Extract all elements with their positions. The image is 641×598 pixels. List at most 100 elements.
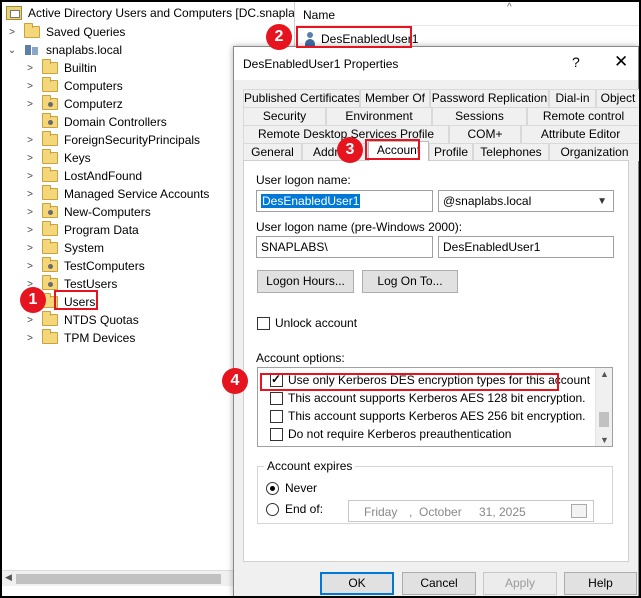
tab-telephones[interactable]: Telephones [473, 143, 549, 161]
chevron-right-icon[interactable]: > [6, 26, 18, 38]
tree-root[interactable]: Active Directory Users and Computers [DC… [6, 4, 294, 22]
chevron-right-icon[interactable]: > [24, 80, 36, 92]
folder-icon [42, 149, 58, 164]
tab-object[interactable]: Object [596, 89, 640, 107]
scroll-up-icon[interactable]: ▲ [600, 369, 609, 379]
step-marker-4: 4 [222, 368, 248, 394]
chevron-right-icon[interactable]: > [24, 224, 36, 236]
tab-environment[interactable]: Environment [326, 107, 432, 125]
help-button[interactable]: Help [564, 572, 637, 595]
checkbox-icon[interactable] [270, 409, 283, 423]
unlock-account-checkbox[interactable]: Unlock account [257, 316, 357, 330]
tab-account[interactable]: Account [368, 141, 429, 161]
pre2000-username-input[interactable]: DesEnabledUser1 [438, 236, 614, 258]
ad-users-computers-icon [6, 6, 22, 20]
checked-checkbox-icon[interactable] [270, 372, 283, 387]
tab-member-of[interactable]: Member Of [360, 89, 430, 107]
help-icon[interactable]: ? [572, 54, 580, 70]
tree-item-builtin[interactable]: > Builtin [24, 59, 97, 77]
option-aes128[interactable]: This account supports Kerberos AES 128 b… [270, 391, 586, 405]
tree-item-tpm-devices[interactable]: > TPM Devices [24, 329, 135, 347]
scroll-down-icon[interactable]: ▼ [600, 435, 609, 445]
tab-remote-control[interactable]: Remote control [527, 107, 640, 125]
logon-name-label: User logon name: [256, 173, 351, 187]
log-on-to-button[interactable]: Log On To... [362, 270, 458, 293]
apply-button[interactable]: Apply [483, 572, 557, 595]
logon-hours-button[interactable]: Logon Hours... [257, 270, 354, 293]
ou-folder-icon [42, 203, 58, 218]
user-icon [303, 32, 317, 46]
chevron-right-icon[interactable]: > [24, 314, 36, 326]
chevron-right-icon[interactable]: > [24, 260, 36, 272]
tree-domain[interactable]: ⌄ snaplabs.local [6, 41, 122, 59]
tab-attribute-editor[interactable]: Attribute Editor [521, 125, 640, 143]
checkbox-icon[interactable] [270, 427, 283, 441]
tree-item-managed-service-accounts[interactable]: > Managed Service Accounts [24, 185, 209, 203]
chevron-down-icon[interactable]: ⌄ [6, 44, 18, 56]
step-marker-3: 3 [337, 137, 363, 163]
account-options-list[interactable]: Use only Kerberos DES encryption types f… [257, 367, 613, 447]
tab-published-certificates[interactable]: Published Certificates [243, 89, 360, 107]
cancel-button[interactable]: Cancel [402, 572, 476, 595]
upn-suffix-select[interactable]: @snaplabs.local ▼ [438, 190, 614, 212]
chevron-right-icon[interactable]: > [24, 242, 36, 254]
chevron-right-icon[interactable]: > [24, 170, 36, 182]
ou-folder-icon [42, 257, 58, 272]
chevron-right-icon[interactable]: > [24, 332, 36, 344]
option-des-only[interactable]: Use only Kerberos DES encryption types f… [270, 372, 590, 387]
expires-never-radio[interactable]: Never [266, 481, 317, 495]
ou-folder-icon [42, 275, 58, 290]
chevron-right-icon[interactable]: > [24, 188, 36, 200]
tree-item-computers[interactable]: > Computers [24, 77, 123, 95]
tree-item-lost-and-found[interactable]: > LostAndFound [24, 167, 142, 185]
tree-item-system[interactable]: > System [24, 239, 104, 257]
logon-name-input[interactable]: DesEnabledUser1 [256, 190, 433, 212]
account-tab-page: User logon name: DesEnabledUser1 @snapla… [243, 160, 629, 562]
tab-sessions[interactable]: Sessions [432, 107, 527, 125]
chevron-right-icon[interactable]: > [24, 206, 36, 218]
tree-item-new-computers[interactable]: > New-Computers [24, 203, 151, 221]
expiry-date-picker[interactable]: Friday , October 31, 2025 [348, 500, 594, 522]
ok-button[interactable]: OK [320, 572, 394, 595]
radio-icon[interactable] [266, 502, 279, 516]
tree-item-foreign-security-principals[interactable]: > ForeignSecurityPrincipals [24, 131, 200, 149]
chevron-right-icon[interactable]: > [24, 134, 36, 146]
tab-row-2: Security Environment Sessions Remote con… [243, 107, 640, 125]
tab-security[interactable]: Security [243, 107, 326, 125]
tab-general[interactable]: General [243, 143, 302, 161]
chevron-right-icon[interactable]: > [24, 152, 36, 164]
option-no-preauth[interactable]: Do not require Kerberos preauthenticatio… [270, 427, 511, 441]
options-scrollbar[interactable]: ▲ ▼ [595, 368, 612, 446]
tree-item-keys[interactable]: > Keys [24, 149, 91, 167]
scroll-thumb[interactable] [599, 412, 609, 427]
tab-organization[interactable]: Organization [549, 143, 640, 161]
tab-dial-in[interactable]: Dial-in [549, 89, 596, 107]
properties-dialog: DesEnabledUser1 Properties ? ✕ Published… [233, 46, 640, 598]
expires-end-of-radio[interactable]: End of: [266, 502, 323, 516]
tab-row-4: General Address Account Profile Telephon… [243, 141, 640, 161]
tree-item-computerz[interactable]: > Computerz [24, 95, 123, 113]
option-aes256[interactable]: This account supports Kerberos AES 256 b… [270, 409, 586, 423]
chevron-down-icon: ▼ [597, 196, 607, 207]
checkbox-icon[interactable] [257, 316, 270, 330]
chevron-right-icon[interactable]: > [24, 98, 36, 110]
list-header: ^ Name [296, 2, 639, 26]
close-icon[interactable]: ✕ [614, 52, 628, 72]
tree-item-program-data[interactable]: > Program Data [24, 221, 139, 239]
tab-password-replication[interactable]: Password Replication [430, 89, 549, 107]
tab-row-1: Published Certificates Member Of Passwor… [243, 89, 640, 107]
tree-item-test-computers[interactable]: > TestComputers [24, 257, 145, 275]
tree-item-domain-controllers[interactable]: Domain Controllers [24, 113, 167, 131]
folder-icon [42, 167, 58, 182]
tree-item-ntds-quotas[interactable]: > NTDS Quotas [24, 311, 139, 329]
chevron-right-icon[interactable]: > [24, 62, 36, 74]
tab-com-plus[interactable]: COM+ [449, 125, 521, 143]
radio-selected-icon[interactable] [266, 481, 279, 495]
scroll-left-icon[interactable]: ◀ [5, 572, 12, 583]
tab-profile[interactable]: Profile [429, 143, 473, 161]
calendar-icon[interactable] [571, 504, 587, 518]
checkbox-icon[interactable] [270, 391, 283, 405]
column-header-name[interactable]: Name [303, 8, 335, 22]
scroll-thumb[interactable] [16, 574, 221, 584]
tree-saved-queries[interactable]: > Saved Queries [6, 23, 125, 41]
